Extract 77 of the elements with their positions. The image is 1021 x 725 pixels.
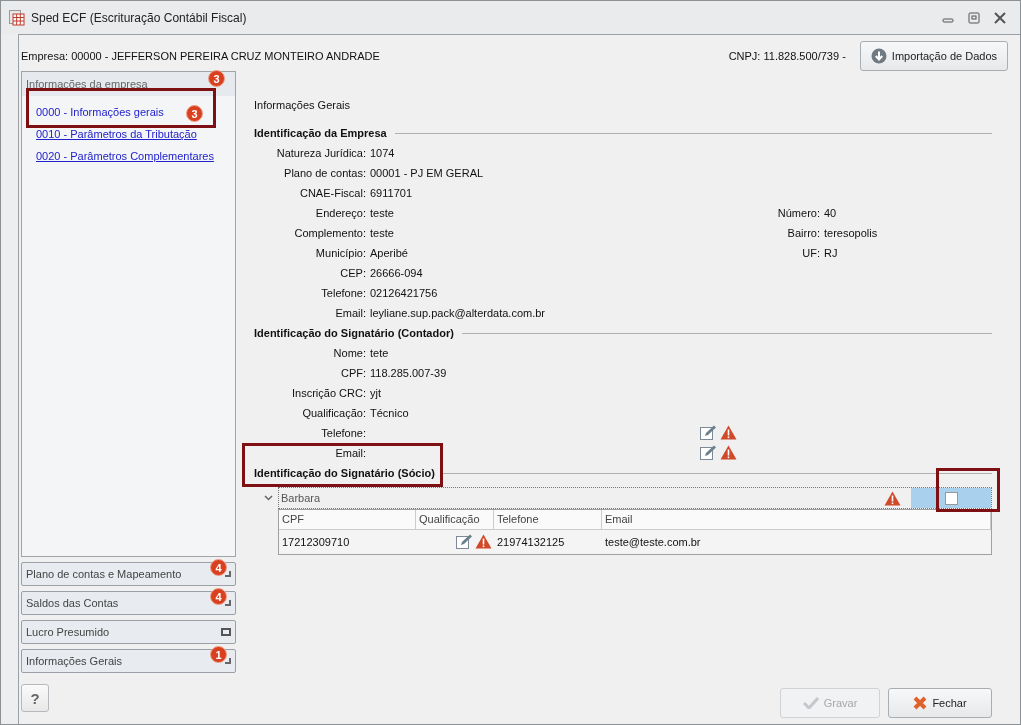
group-name: Barbara [280,492,322,504]
close-icon [913,696,928,710]
field-label: Telefone: [320,427,367,439]
edit-icon[interactable] [456,534,473,550]
count-badge: 4 [210,588,227,605]
field-value: leyliane.sup.pack@alterdata.com.br [370,307,546,319]
field-label: CNAE-Fiscal: [299,187,367,199]
download-icon [870,48,887,64]
group-tab[interactable]: Lucro Presumido [21,620,236,644]
corner-icon [225,571,231,577]
column-header: Email [602,510,991,529]
corner-icon [225,600,231,606]
nav-link[interactable]: 0020 - Parâmetros Complementares [32,146,218,168]
group-tab[interactable]: Plano de contas e Mapeamento 4 [21,562,236,586]
checkbox[interactable] [944,491,958,505]
count-badge: 4 [210,559,227,576]
close-button[interactable]: Fechar [888,688,992,718]
field-label: Endereço: [314,207,367,219]
field-value: RJ [824,247,838,259]
field-label: Telefone: [320,287,367,299]
field-label: Bairro: [786,227,821,239]
field-value: Técnico [370,407,409,419]
group-tab[interactable]: Informações Gerais 1 [21,649,236,673]
table-cell-text: 17212309710 [281,536,351,548]
close-icon[interactable] [994,11,1006,24]
spreadsheet-icon [9,9,25,26]
count-badge: 3 [186,105,203,122]
field-label: CPF: [339,367,367,379]
nav-link[interactable]: 0000 - Informações gerais [32,102,168,124]
cnpj-text: CNPJ: 11.828.500/739 - [728,50,846,62]
field-value: 118.285.007-39 [370,367,447,379]
edit-icon[interactable] [700,425,717,441]
corner-icon [225,658,231,664]
field-label: Plano de contas: [283,167,367,179]
field-label: Natureza Jurídica: [275,147,367,159]
field-value: 1074 [370,147,395,159]
square-icon [221,628,231,636]
count-badge: 1 [210,646,227,663]
field-label: Número: [776,207,821,219]
maximize-icon[interactable] [968,11,980,24]
table-cell-text: teste@teste.com.br [604,536,702,548]
section-title: Identificação do Signatário (Sócio) [254,467,435,479]
field-value: Aperibé [370,247,408,259]
field-label: Nome: [332,347,367,359]
nav-link[interactable]: 0010 - Parâmetros da Tributação [32,124,201,146]
field-label: Qualificação: [301,407,367,419]
group-tab[interactable]: Saldos das Contas 4 [21,591,236,615]
help-button[interactable]: ? [21,684,49,712]
field-value: 26666-094 [370,267,423,279]
column-header: Qualificação [416,510,494,529]
field-label: UF: [801,247,821,259]
field-label: Inscrição CRC: [291,387,367,399]
page-heading: Informações Gerais [254,99,351,113]
section-title: Identificação do Signatário (Contador) [254,327,454,339]
field-label: Complemento: [293,227,367,239]
field-value: 02126421756 [370,287,438,299]
field-label: Email: [334,307,367,319]
edit-icon[interactable] [700,445,717,461]
check-icon [802,697,819,709]
column-header: Telefone [494,510,602,529]
field-value: 00001 - PJ EM GERAL [370,167,484,179]
field-value: teresopolis [824,227,878,239]
field-label: Município: [314,247,367,259]
field-value: teste [370,207,394,219]
field-value: yjt [370,387,381,399]
field-label: CEP: [339,267,367,279]
window-title: Sped ECF (Escrituração Contábil Fiscal) [31,10,248,25]
column-header: CPF [279,510,416,529]
field-label: Email: [334,447,367,459]
table-cell-text: 21974132125 [496,536,566,548]
field-value: 40 [824,207,837,219]
import-button[interactable]: Importação de Dados [859,41,1008,71]
company-name: Empresa: 00000 - JEFFERSON PEREIRA CRUZ MONTEIRO ANDRADE [21,50,381,62]
field-value: teste [370,227,394,239]
section-title: Identificação da Empresa [254,127,387,139]
field-value: tete [370,347,389,359]
field-value: 6911701 [370,187,412,199]
